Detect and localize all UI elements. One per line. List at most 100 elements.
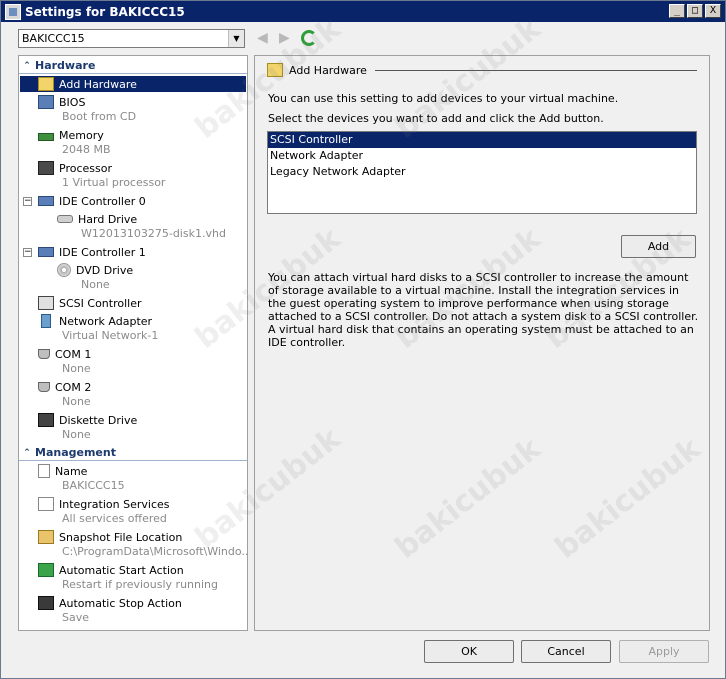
apply-button[interactable]: Apply [619,640,709,663]
dvd-drive-icon [57,263,71,277]
name-icon [38,464,50,478]
back-arrow-icon[interactable]: ◀ [257,30,269,46]
device-option-legacy-network-adapter[interactable]: Legacy Network Adapter [268,164,696,180]
forward-arrow-icon[interactable]: ▶ [279,30,291,46]
network-adapter-icon [41,314,51,328]
title-bar: Settings for BAKICCC15 _ □ X [1,1,725,22]
description-text: You can attach virtual hard disks to a S… [268,271,699,349]
tree-item-label: Processor [59,161,112,175]
header-divider [374,69,697,71]
add-hardware-icon [267,63,283,77]
tree-item-automatic-stop-action[interactable]: Automatic Stop Action [38,595,182,611]
tree-item-subtext: 1 Virtual processor [62,176,166,189]
details-panel: Add Hardware You can use this setting to… [254,55,710,631]
intro-text: You can use this setting to add devices … [268,92,619,105]
tree-item-label: DVD Drive [76,263,134,277]
tree-item-label: Diskette Drive [59,413,138,427]
tree-item-bios[interactable]: BIOS [38,94,85,110]
com-port-icon [38,382,50,392]
tree-item-label: Integration Services [59,497,170,511]
settings-tree: ⌃ Hardware Add Hardware BIOS Boot from C… [18,55,248,631]
snapshot-folder-icon [38,530,54,544]
window-controls: _ □ X [669,4,721,18]
tree-item-label: BIOS [59,95,86,109]
settings-window: Settings for BAKICCC15 _ □ X BAKICCC15 ▼… [0,0,726,679]
tree-item-com2[interactable]: COM 2 [38,379,91,395]
tree-item-subtext: None [81,278,110,291]
tree-item-subtext: Boot from CD [62,110,137,123]
tree-item-subtext: 2048 MB [62,143,111,156]
hardware-header-label: Hardware [35,59,96,72]
tree-item-com1[interactable]: COM 1 [38,346,91,362]
device-option-scsi-controller[interactable]: SCSI Controller [268,132,696,148]
close-button[interactable]: X [705,4,721,18]
tree-item-snapshot-file-location[interactable]: Snapshot File Location [38,529,182,545]
navigation-toolbar: ◀ ▶ [257,30,317,46]
maximize-button[interactable]: □ [687,4,703,18]
tree-item-hard-drive[interactable]: Hard Drive [57,211,137,227]
select-prompt-text: Select the devices you want to add and c… [268,112,604,125]
collapse-icon[interactable]: ⌃ [19,448,35,458]
tree-item-automatic-start-action[interactable]: Automatic Start Action [38,562,184,578]
section-title: Add Hardware [289,63,367,77]
device-option-network-adapter[interactable]: Network Adapter [268,148,696,164]
cancel-button[interactable]: Cancel [521,640,611,663]
tree-item-diskette-drive[interactable]: Diskette Drive [38,412,137,428]
window-title: Settings for BAKICCC15 [25,4,185,19]
ide1-collapse-toggle[interactable]: − [23,248,32,257]
tree-item-dvd-drive[interactable]: DVD Drive [57,262,133,278]
start-action-icon [38,563,54,577]
tree-item-label: COM 2 [55,380,92,394]
tree-item-ide-controller-0[interactable]: IDE Controller 0 [38,193,146,209]
ok-button[interactable]: OK [424,640,514,663]
ide-controller-icon [38,247,54,257]
tree-item-network-adapter[interactable]: Network Adapter [38,313,152,329]
settings-icon [5,3,21,20]
scsi-controller-icon [38,296,54,310]
ide-controller-icon [38,196,54,206]
tree-item-subtext: W12013103275-disk1.vhd [81,227,226,240]
bios-icon [38,95,54,109]
tree-item-label: Network Adapter [59,314,153,328]
tree-item-subtext: Virtual Network-1 [62,329,159,342]
hard-drive-icon [57,215,73,223]
device-listbox[interactable]: SCSI Controller Network Adapter Legacy N… [267,131,697,214]
tree-item-label: Hard Drive [78,212,138,226]
tree-item-add-hardware[interactable]: Add Hardware [20,76,246,92]
minimize-button[interactable]: _ [669,4,685,18]
tree-item-label: Automatic Start Action [59,563,184,577]
tree-item-memory[interactable]: Memory [38,127,104,143]
management-section-header[interactable]: ⌃ Management [19,445,247,461]
collapse-icon[interactable]: ⌃ [19,61,35,71]
tree-item-label: Memory [59,128,104,142]
tree-item-label: IDE Controller 1 [59,245,146,259]
tree-item-label: Automatic Stop Action [59,596,182,610]
tree-item-scsi-controller[interactable]: SCSI Controller [38,295,142,311]
add-button[interactable]: Add [621,235,696,258]
tree-item-subtext: C:\ProgramData\Microsoft\Windo... [62,545,248,558]
tree-item-subtext: None [62,428,91,441]
integration-services-icon [38,497,54,511]
tree-item-label: Snapshot File Location [59,530,183,544]
section-header: Add Hardware [267,63,697,77]
refresh-icon[interactable] [301,30,317,46]
tree-item-label: SCSI Controller [59,296,142,310]
tree-item-label: IDE Controller 0 [59,194,146,208]
chevron-down-icon[interactable]: ▼ [228,30,244,47]
diskette-drive-icon [38,413,54,427]
management-header-label: Management [35,446,116,459]
vm-select-dropdown[interactable]: BAKICCC15 ▼ [18,29,245,48]
tree-item-processor[interactable]: Processor [38,160,112,176]
tree-item-label: COM 1 [55,347,92,361]
tree-item-label: Add Hardware [59,77,137,91]
ide0-collapse-toggle[interactable]: − [23,197,32,206]
tree-item-label: Name [55,464,88,478]
tree-item-subtext: All services offered [62,512,167,525]
add-hardware-icon [38,77,54,91]
tree-item-name[interactable]: Name [38,463,87,479]
stop-action-icon [38,596,54,610]
tree-item-ide-controller-1[interactable]: IDE Controller 1 [38,244,146,260]
memory-icon [38,132,54,141]
tree-item-integration-services[interactable]: Integration Services [38,496,170,512]
hardware-section-header[interactable]: ⌃ Hardware [19,58,247,74]
